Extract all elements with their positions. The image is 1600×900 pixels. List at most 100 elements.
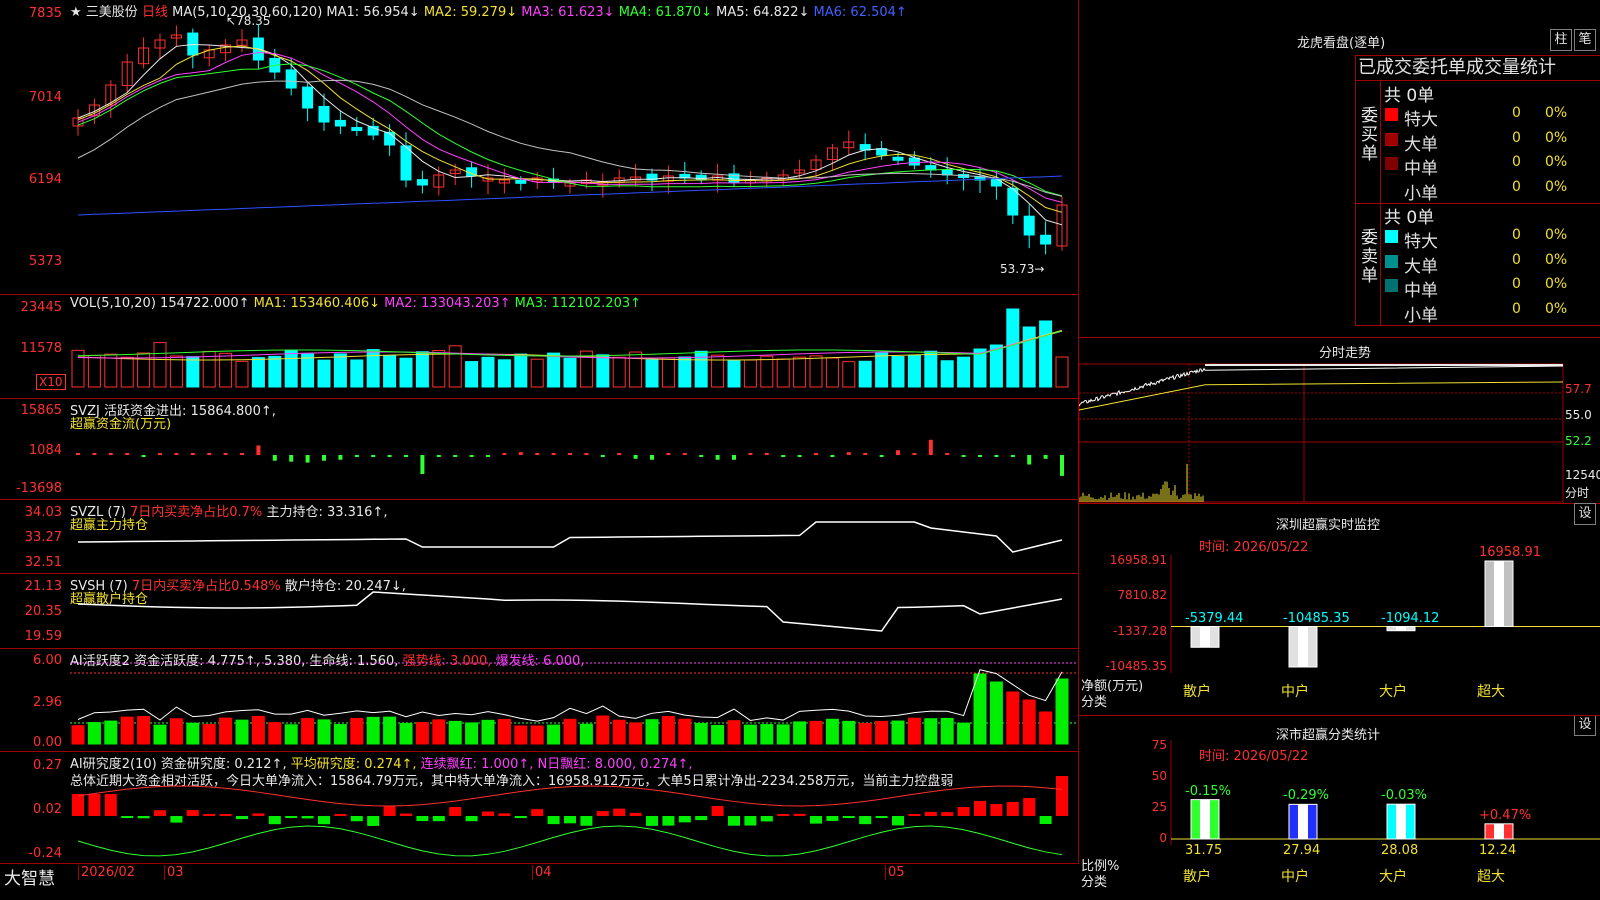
- svzj-bar: [781, 455, 786, 457]
- volume-bar: [793, 356, 807, 388]
- sell-side-box: 委卖单 共 0单 特大 0 0% 大单 0 0% 中单 0 0% 小单 0 0%: [1355, 203, 1600, 326]
- research-bar: [744, 816, 757, 826]
- activity-bar: [612, 719, 626, 745]
- volume-bars: [71, 308, 1069, 388]
- order-percent: 0%: [1545, 129, 1568, 146]
- category-change-label: +0.47%: [1479, 807, 1532, 823]
- research-bar: [350, 816, 363, 822]
- volume-bar: [875, 352, 889, 388]
- research-bar: [974, 801, 986, 816]
- activity-bar: [514, 725, 528, 745]
- ai-activity-panel[interactable]: 6.00 2.96 0.00 AI活跃度2 资金活跃度: 4.775↑, 5.3…: [0, 649, 1079, 752]
- category-value-label: -5379.44: [1185, 610, 1244, 626]
- category-change-label: -0.03%: [1381, 788, 1427, 804]
- order-count: 0: [1512, 105, 1521, 121]
- svzj-bar: [256, 445, 261, 455]
- bar-mode-button[interactable]: 柱: [1550, 29, 1572, 51]
- research-bar: [924, 811, 937, 816]
- kline-panel[interactable]: 7835 7014 6194 5373 ★ 三美股份 日线 MA(5,10,20…: [0, 0, 1079, 295]
- candlestick-chart[interactable]: [0, 0, 1078, 294]
- volume-bar: [924, 350, 938, 388]
- volume-bar: [1055, 356, 1069, 388]
- activity-bar: [793, 721, 807, 745]
- sz-category-panel[interactable]: 深市超赢分类统计 设 时间: 2026/05/22 比例% 分类 75 50 25 0…: [1079, 716, 1600, 900]
- sz-monitor-chart: [1170, 555, 1600, 673]
- activity-bar: [87, 722, 101, 745]
- order-type-label: 特大: [1404, 232, 1438, 252]
- activity-bar: [219, 717, 233, 745]
- order-color-swatch: [1385, 279, 1398, 292]
- activity-line: [77, 669, 1063, 722]
- activity-bar: [776, 724, 790, 745]
- activity-bar: [678, 718, 692, 745]
- svzj-bar: [879, 455, 884, 457]
- intraday-panel[interactable]: 分时走势 57.7 55.0 52.2 12540 分时: [1079, 337, 1600, 504]
- activity-bar: [415, 722, 429, 745]
- volume-bar: [1006, 308, 1020, 388]
- volume-bar: [235, 360, 249, 388]
- research-bar: [88, 794, 101, 816]
- activity-bar: [645, 719, 659, 745]
- order-stats-tab[interactable]: 已成交委托单成交量统计: [1355, 55, 1600, 81]
- research-bar: [596, 811, 609, 816]
- volume-panel[interactable]: 23445 11578 X10 VOL(5,10,20) 154722.000↑…: [0, 295, 1079, 399]
- svzj-bar: [814, 453, 818, 455]
- activity-bar: [317, 719, 331, 745]
- candle-body: [695, 174, 707, 181]
- activity-bar: [481, 719, 495, 745]
- candle-body: [416, 179, 428, 186]
- research-bar: [121, 816, 134, 818]
- svzl-panel[interactable]: 34.03 33.27 32.51 SVZL (7) 7日内买卖净占比0.7% …: [0, 500, 1079, 574]
- volume-bar: [776, 358, 790, 388]
- activity-bar: [596, 715, 610, 745]
- app-name: 大智慧: [4, 869, 55, 889]
- activity-bar: [875, 720, 889, 745]
- volume-bar: [760, 355, 774, 388]
- research-bar: [990, 804, 1003, 816]
- svsh-panel[interactable]: 21.13 20.35 19.59 SVSH (7) 7日内买卖净占比0.548…: [0, 574, 1079, 649]
- x-axis: 大智慧 2026/02 03 04 05 🔒: [0, 864, 1078, 900]
- tick-mode-button[interactable]: 笔: [1574, 29, 1596, 51]
- ai-research-panel[interactable]: 0.27 0.02 -0.24 AI研究度2(10) 资金研究度: 0.212↑…: [0, 752, 1079, 864]
- order-color-swatch: [1385, 230, 1398, 243]
- buy-total: 共 0单: [1384, 86, 1435, 106]
- volume-bar: [120, 356, 134, 388]
- volume-bar: [891, 356, 905, 388]
- activity-bar: [366, 716, 380, 745]
- intraday-chart: [1079, 363, 1564, 503]
- activity-bar: [711, 724, 725, 745]
- svzj-bar: [846, 452, 851, 455]
- candle-body: [334, 119, 346, 127]
- dragon-title: 龙虎看盘(逐单): [1297, 36, 1386, 51]
- order-percent: 0%: [1545, 300, 1568, 317]
- volume-bar: [530, 358, 544, 388]
- svzj-bar: [469, 455, 474, 457]
- svzj-panel[interactable]: 15865 1084 -13698 SVZJ 活跃资金进出: 15864.800…: [0, 399, 1079, 500]
- svzl-line: [77, 521, 1063, 553]
- research-bar: [892, 816, 904, 826]
- x-axis-label: 04: [532, 865, 552, 880]
- volume-bar: [301, 353, 315, 388]
- volume-bar: [858, 360, 872, 388]
- order-count: 0: [1512, 154, 1521, 170]
- research-bar: [580, 816, 593, 826]
- research-bar: [318, 816, 330, 825]
- activity-bar: [809, 720, 823, 745]
- activity-bar: [284, 724, 298, 745]
- category-name-label: 中户: [1281, 684, 1309, 700]
- category-change-label: -0.15%: [1185, 783, 1231, 799]
- svzj-bar: [92, 453, 97, 455]
- category-value-label: -1094.12: [1381, 610, 1440, 626]
- order-color-swatch: [1385, 303, 1398, 317]
- volume-bar: [645, 359, 659, 388]
- svzj-bar: [748, 453, 753, 455]
- activity-bar: [957, 722, 971, 745]
- volume-bar: [547, 352, 561, 388]
- research-bar: [432, 816, 445, 822]
- intraday-avg-line: [1079, 381, 1564, 411]
- sz-monitor-panel[interactable]: 深圳超赢实时监控 设 时间: 2026/05/22 净额(万元) 分类 1695…: [1079, 503, 1600, 716]
- activity-bar: [563, 718, 577, 745]
- candle-body: [892, 156, 904, 161]
- svzj-bar: [207, 453, 212, 455]
- svzj-bar: [354, 455, 359, 457]
